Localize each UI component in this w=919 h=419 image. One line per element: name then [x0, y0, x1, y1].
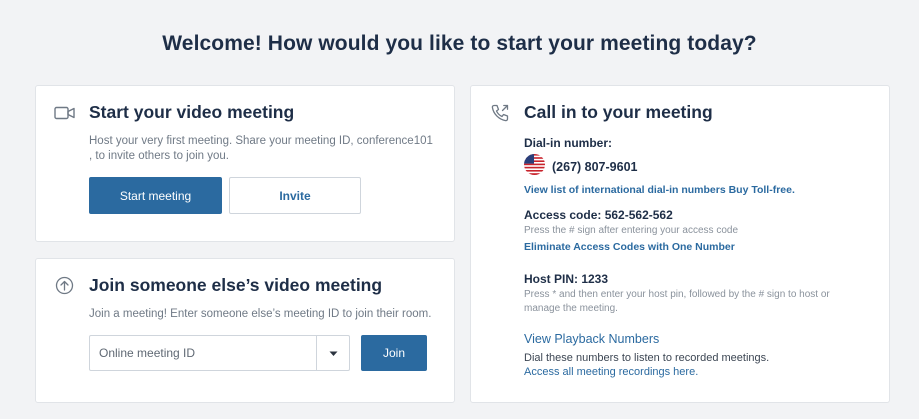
- international-numbers-link[interactable]: View list of international dial-in numbe…: [524, 184, 795, 196]
- dial-in-number: (267) 807-9601: [552, 160, 638, 174]
- eliminate-access-codes-link[interactable]: Eliminate Access Codes with One Number: [524, 241, 738, 253]
- dial-in-label: Dial-in number:: [524, 136, 613, 150]
- host-pin-section: Host PIN: 1233 Press * and then enter yo…: [524, 272, 854, 316]
- access-code-section: Access code: 562-562-562 Press the # sig…: [524, 208, 738, 253]
- call-in-card: Call in to your meeting Dial-in number:: [470, 85, 890, 403]
- dropdown-toggle[interactable]: [317, 336, 349, 370]
- page-title: Welcome! How would you like to start you…: [162, 32, 757, 55]
- join-meeting-title: Join someone else’s video meeting: [89, 275, 383, 295]
- caret-down-icon: [329, 344, 338, 362]
- phone-outgoing-icon: [490, 103, 510, 128]
- join-meeting-description: Join a meeting! Enter someone else’s mee…: [89, 308, 432, 320]
- us-flag-icon: [524, 154, 545, 180]
- video-camera-icon: [54, 105, 76, 126]
- start-meeting-title: Start your video meeting: [89, 102, 295, 122]
- call-in-title: Call in to your meeting: [524, 102, 713, 122]
- playback-section: View Playback Numbers Dial these numbers…: [524, 332, 769, 378]
- invite-button[interactable]: Invite: [229, 177, 361, 214]
- host-pin-label: Host PIN: 1233: [524, 272, 609, 286]
- arrow-up-circle-icon: [55, 276, 74, 300]
- join-meeting-card: Join someone else’s video meeting Join a…: [35, 258, 455, 403]
- start-meeting-description: Host your very first meeting. Share your…: [89, 135, 433, 162]
- access-code-label: Access code: 562-562-562: [524, 208, 673, 222]
- meeting-id-input[interactable]: [90, 336, 316, 370]
- start-meeting-button[interactable]: Start meeting: [89, 177, 222, 214]
- start-meeting-card: Start your video meeting Host your very …: [35, 85, 455, 242]
- view-playback-numbers-link[interactable]: View Playback Numbers: [524, 332, 769, 346]
- join-button[interactable]: Join: [361, 335, 427, 371]
- dial-in-row: (267) 807-9601: [524, 154, 795, 180]
- access-code-note: Press the # sign after entering your acc…: [524, 225, 739, 236]
- dial-in-section: Dial-in number: (267) 807-9601 View list…: [524, 136, 795, 196]
- host-pin-note: Press * and then enter your host pin, fo…: [524, 289, 830, 314]
- playback-description: Dial these numbers to listen to recorded…: [524, 352, 770, 364]
- meeting-id-combobox: [89, 335, 350, 371]
- meeting-recordings-link[interactable]: Access all meeting recordings here.: [524, 366, 769, 378]
